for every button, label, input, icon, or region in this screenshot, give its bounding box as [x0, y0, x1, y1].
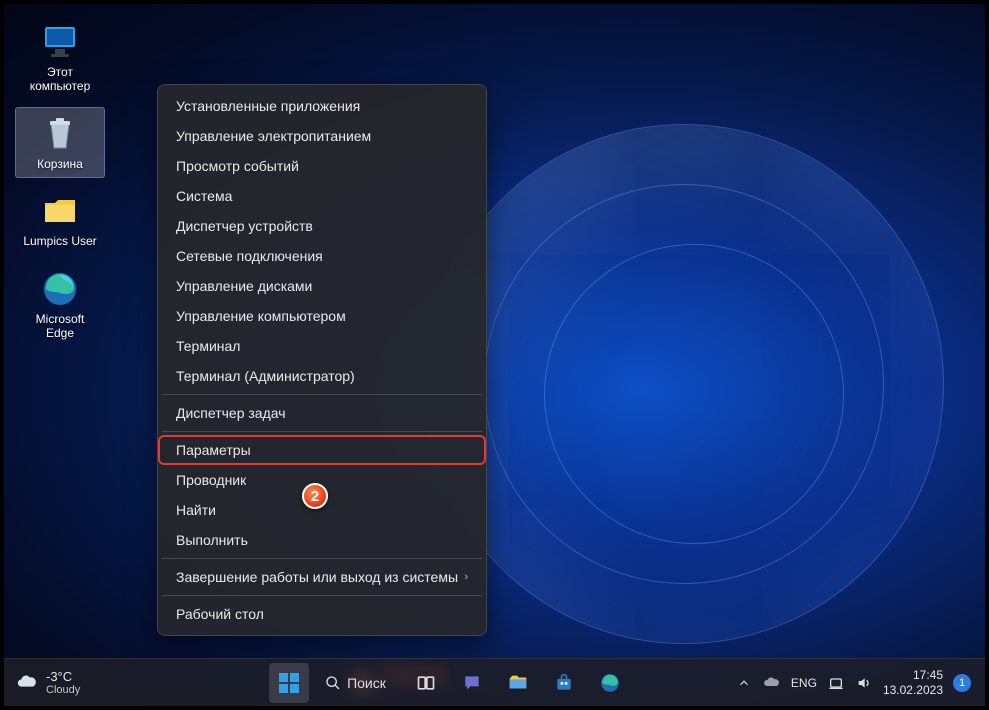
trash-icon [38, 112, 82, 156]
annotation-badge-2: 2 [302, 483, 328, 509]
search-label: Поиск [347, 675, 386, 691]
context-menu-item-label: Система [176, 188, 232, 204]
folder-icon [38, 189, 82, 233]
context-menu-separator [162, 431, 482, 432]
desktop-icon-label: Microsoft Edge [36, 313, 85, 341]
tray-chevron-up-icon[interactable] [735, 674, 753, 692]
onedrive-icon[interactable] [763, 674, 781, 692]
taskbar-clock[interactable]: 17:45 13.02.2023 [883, 668, 943, 697]
context-menu-item-label: Диспетчер задач [176, 405, 286, 421]
context-menu-separator [162, 394, 482, 395]
cloud-icon [16, 672, 38, 694]
folder-icon [507, 672, 529, 694]
taskbar-app-chat[interactable] [452, 663, 492, 703]
context-menu-item[interactable]: Сетевые подключения [158, 241, 486, 271]
context-menu-item[interactable]: Система [158, 181, 486, 211]
context-menu-item[interactable]: Терминал [158, 331, 486, 361]
task-view-icon [416, 673, 436, 693]
winx-context-menu: Установленные приложения Управление элект… [157, 84, 487, 636]
taskbar-weather-widget[interactable]: -3°C Cloudy [4, 669, 164, 696]
context-menu-item[interactable]: Управление дисками [158, 271, 486, 301]
taskbar-app-edge[interactable] [590, 663, 630, 703]
windows-logo-icon [277, 671, 301, 695]
context-menu-item-label: Диспетчер устройств [176, 218, 313, 234]
context-menu-item-label: Найти [176, 502, 216, 518]
chevron-right-icon: › [464, 571, 468, 583]
context-menu-item[interactable]: Терминал (Администратор) [158, 361, 486, 391]
context-menu-item-label: Управление компьютером [176, 308, 346, 324]
context-menu-item[interactable]: Выполнить [158, 525, 486, 555]
taskbar: -3°C Cloudy Поиск [4, 658, 985, 706]
context-menu-item-label: Рабочий стол [176, 606, 264, 622]
edge-icon [38, 267, 82, 311]
task-view-button[interactable] [406, 663, 446, 703]
desktop-icon-recycle-bin[interactable]: Корзина [16, 108, 104, 178]
context-menu-item-label: Установленные приложения [176, 98, 360, 114]
context-menu-item-label: Просмотр событий [176, 158, 299, 174]
clock-date: 13.02.2023 [883, 683, 943, 697]
network-icon[interactable] [827, 674, 845, 692]
volume-icon[interactable] [855, 674, 873, 692]
context-menu-item[interactable]: Просмотр событий [158, 151, 486, 181]
weather-temperature: -3°C [46, 669, 80, 684]
chat-icon [462, 673, 482, 693]
context-menu-item[interactable]: Установленные приложения [158, 91, 486, 121]
wallpaper-bloom [544, 244, 844, 544]
clock-time: 17:45 [883, 668, 943, 682]
context-menu-item[interactable]: Рабочий стол [158, 599, 486, 629]
context-menu-item-label: Терминал (Администратор) [176, 368, 355, 384]
search-icon [325, 675, 341, 691]
desktop-icon-label: Корзина [37, 158, 83, 172]
edge-icon [599, 672, 621, 694]
context-menu-item-label: Терминал [176, 338, 240, 354]
taskbar-app-store[interactable] [544, 663, 584, 703]
context-menu-item-label: Выполнить [176, 532, 248, 548]
wallpaper-bloom [424, 124, 944, 644]
context-menu-item[interactable]: Диспетчер задач [158, 398, 486, 428]
context-menu-item[interactable]: Управление электропитанием [158, 121, 486, 151]
context-menu-item-label: Управление электропитанием [176, 128, 371, 144]
language-indicator[interactable]: ENG [791, 676, 817, 690]
store-icon [554, 673, 574, 693]
context-menu-item-label: Сетевые подключения [176, 248, 323, 264]
context-menu-item[interactable]: Параметры [158, 435, 486, 465]
context-menu-item-label: Управление дисками [176, 278, 312, 294]
taskbar-search[interactable]: Поиск [315, 667, 400, 699]
start-button[interactable] [269, 663, 309, 703]
system-tray: ENG 17:45 13.02.2023 1 [735, 668, 985, 697]
weather-condition: Cloudy [46, 684, 80, 696]
context-menu-separator [162, 558, 482, 559]
desktop-icon-label: Lumpics User [23, 235, 96, 249]
taskbar-center: Поиск [164, 663, 735, 703]
desktop-icon-this-pc[interactable]: Этот компьютер [16, 16, 104, 100]
context-menu-item[interactable]: Диспетчер устройств [158, 211, 486, 241]
context-menu-item-label: Завершение работы или выход из системы [176, 569, 458, 585]
wallpaper-bloom [484, 184, 884, 584]
context-menu-separator [162, 595, 482, 596]
desktop-icons-column: Этот компьютер Корзина Lumpics User Micr… [16, 16, 104, 347]
desktop: Этот компьютер Корзина Lumpics User Micr… [4, 4, 985, 706]
context-menu-item[interactable]: Завершение работы или выход из системы › [158, 562, 486, 592]
context-menu-item-label: Проводник [176, 472, 246, 488]
monitor-icon [38, 20, 82, 64]
taskbar-app-explorer[interactable] [498, 663, 538, 703]
context-menu-item[interactable]: Управление компьютером [158, 301, 486, 331]
context-menu-item-label: Параметры [176, 442, 251, 458]
notification-badge[interactable]: 1 [953, 674, 971, 692]
desktop-icon-user-folder[interactable]: Lumpics User [16, 185, 104, 255]
desktop-icon-edge[interactable]: Microsoft Edge [16, 263, 104, 347]
desktop-icon-label: Этот компьютер [30, 66, 91, 94]
